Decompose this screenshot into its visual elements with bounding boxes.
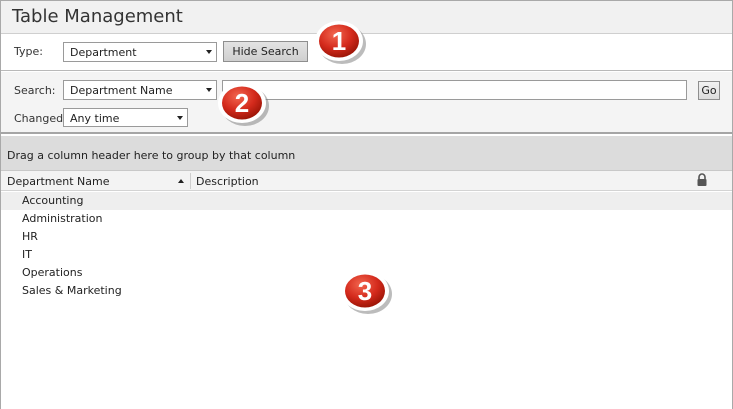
- row-department-name: IT: [22, 248, 32, 261]
- chevron-down-icon: [177, 116, 183, 120]
- lock-icon[interactable]: [696, 173, 708, 187]
- search-label: Search:: [14, 84, 56, 97]
- go-button[interactable]: Go: [698, 81, 720, 100]
- page-title: Table Management: [12, 6, 183, 27]
- row-department-name: HR: [22, 230, 38, 243]
- hide-search-button[interactable]: Hide Search: [223, 41, 308, 62]
- chevron-down-icon: [206, 50, 212, 54]
- row-department-name: Accounting: [22, 194, 84, 207]
- search-field-value: Department Name: [70, 84, 173, 97]
- table-row[interactable]: IT: [1, 246, 732, 264]
- row-department-name: Sales & Marketing: [22, 284, 122, 297]
- callout-number: 2: [235, 88, 249, 118]
- table-row[interactable]: Administration: [1, 210, 732, 228]
- changed-select[interactable]: Any time: [63, 108, 188, 127]
- group-by-panel[interactable]: Drag a column header here to group by th…: [1, 136, 732, 171]
- row-department-name: Operations: [22, 266, 83, 279]
- callout-badge-1: 1: [315, 21, 366, 64]
- column-header-label: Department Name: [7, 175, 110, 188]
- search-input[interactable]: [222, 80, 687, 100]
- column-header-department-name[interactable]: Department Name: [1, 171, 190, 191]
- grid-column-header: Department Name Description: [1, 171, 732, 191]
- changed-select-value: Any time: [70, 112, 120, 125]
- table-management-window: Table Management Type: Department Hide S…: [0, 0, 733, 409]
- chevron-down-icon: [206, 88, 212, 92]
- sort-ascending-icon: [178, 179, 184, 183]
- table-row[interactable]: Accounting: [1, 192, 732, 210]
- search-field-select[interactable]: Department Name: [63, 80, 217, 100]
- column-header-description[interactable]: Description: [190, 171, 690, 191]
- callout-number: 1: [332, 26, 346, 56]
- group-hint-text: Drag a column header here to group by th…: [7, 149, 296, 162]
- search-panel: Search: Department Name Go Changed: Any …: [1, 72, 732, 134]
- type-label: Type:: [14, 45, 43, 58]
- callout-badge-3: 3: [341, 271, 392, 314]
- changed-label: Changed:: [14, 112, 67, 125]
- callout-number: 3: [358, 276, 372, 306]
- type-select-value: Department: [70, 46, 137, 59]
- column-header-label: Description: [196, 175, 259, 188]
- table-row[interactable]: HR: [1, 228, 732, 246]
- callout-badge-2: 2: [218, 83, 269, 126]
- type-select[interactable]: Department: [63, 42, 217, 62]
- row-department-name: Administration: [22, 212, 103, 225]
